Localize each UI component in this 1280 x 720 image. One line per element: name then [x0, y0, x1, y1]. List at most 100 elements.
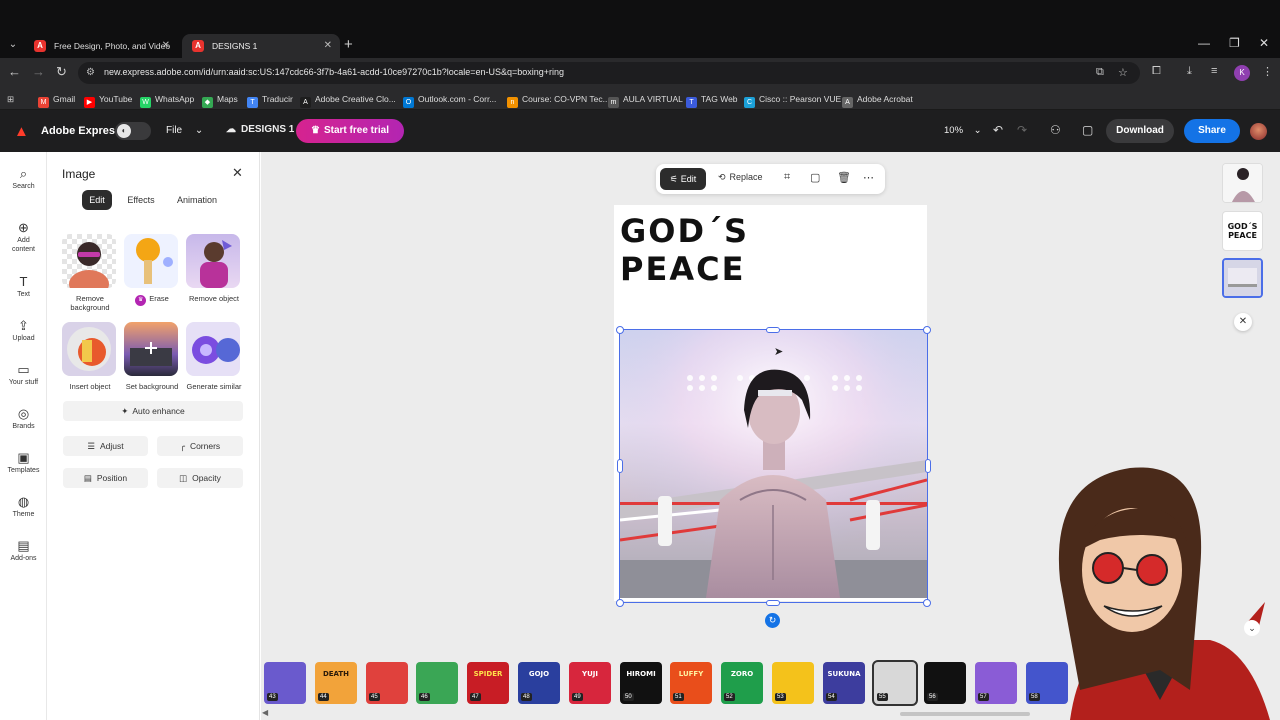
rail-brands[interactable]: ◎ Brands [0, 406, 47, 431]
remove-object-tool[interactable]: Remove object [186, 234, 242, 303]
resize-handle-right[interactable] [925, 459, 931, 473]
resize-handle-bottom-left[interactable] [616, 599, 624, 607]
downloads-icon[interactable]: ⤓ [1187, 65, 1192, 78]
site-info-icon[interactable]: ⚙ [86, 67, 95, 78]
bookmark-traducir[interactable]: T Traducir [247, 92, 293, 108]
comment-icon[interactable]: ▢ [810, 171, 820, 184]
filmstrip-page-49[interactable]: YUJI 49 [569, 662, 611, 704]
comments-icon[interactable]: ▢ [1082, 123, 1093, 137]
back-icon[interactable]: ← [8, 64, 21, 79]
tab-designs[interactable]: A DESIGNS 1 ✕ [182, 34, 340, 58]
install-app-icon[interactable]: ⧉ [1096, 66, 1104, 79]
close-tab-icon[interactable]: ✕ [162, 34, 170, 58]
resize-handle-left[interactable] [617, 459, 623, 473]
new-tab-icon[interactable]: + [344, 36, 353, 53]
filmstrip-page-48[interactable]: GOJO 48 [518, 662, 560, 704]
more-options-icon[interactable]: ⋯ [863, 171, 874, 184]
redo-icon[interactable]: ↷ [1017, 123, 1027, 137]
insert-object-tool[interactable]: Insert object [62, 322, 118, 391]
filmstrip-page-55[interactable]: 55 [872, 660, 918, 706]
resize-handle-top[interactable] [766, 327, 780, 333]
rail-search[interactable]: ⌕ Search [0, 166, 47, 191]
restore-icon[interactable]: ❐ [1229, 36, 1240, 50]
rail-upload[interactable]: ⇪ Upload [0, 318, 47, 343]
context-replace-button[interactable]: ⟲ Replace [718, 172, 763, 183]
minimize-icon[interactable]: — [1198, 36, 1210, 50]
bookmark-star-icon[interactable]: ☆ [1118, 66, 1128, 79]
browser-menu-icon[interactable]: ⋮ [1262, 65, 1273, 78]
remove-background-tool[interactable]: Remove background [62, 234, 118, 312]
resize-handle-top-right[interactable] [923, 326, 931, 334]
bookmark-youtube[interactable]: ▶ YouTube [84, 92, 132, 108]
extensions-icon[interactable]: ⧠ [1152, 65, 1161, 78]
profile-avatar[interactable]: K [1234, 65, 1250, 81]
set-background-tool[interactable]: Set background [124, 322, 180, 391]
resize-handle-bottom[interactable] [766, 600, 780, 606]
share-button[interactable]: Share [1184, 119, 1240, 143]
filmstrip-page-47[interactable]: SPIDER 47 [467, 662, 509, 704]
layer-thumb-text[interactable]: GOD´S PEACE [1222, 211, 1263, 251]
reload-icon[interactable]: ↻ [56, 64, 67, 80]
user-avatar[interactable] [1250, 123, 1267, 140]
tab-search-icon[interactable]: ⌄ [4, 37, 22, 53]
bookmark-cisco[interactable]: C Cisco :: Pearson VUE [744, 92, 841, 108]
bookmark-tag-web[interactable]: T TAG Web [686, 92, 738, 108]
bookmark-course[interactable]: n Course: CO-VPN Tec... [507, 92, 610, 108]
rail-templates[interactable]: ▣ Templates [0, 450, 47, 475]
rail-your-stuff[interactable]: ▭ Your stuff [0, 362, 47, 387]
filmstrip-page-52[interactable]: ZORO 52 [721, 662, 763, 704]
generate-similar-tool[interactable]: Generate similar [186, 322, 242, 391]
resize-handle-bottom-right[interactable] [923, 599, 931, 607]
rotate-handle-icon[interactable]: ↻ [765, 613, 780, 628]
forward-icon[interactable]: → [32, 64, 45, 79]
filmstrip-page-46[interactable]: 46 [416, 662, 458, 704]
bookmark-adobe-cc[interactable]: A Adobe Creative Clo... [300, 92, 396, 108]
tab-effects[interactable]: Effects [122, 190, 160, 210]
filmstrip-page-53[interactable]: 53 [772, 662, 814, 704]
position-button[interactable]: ▤ Position [63, 468, 148, 488]
bookmark-whatsapp[interactable]: W WhatsApp [140, 92, 194, 108]
delete-icon[interactable]: 🗑 [837, 171, 851, 184]
close-tab-icon[interactable]: ✕ [324, 34, 332, 58]
bookmark-outlook[interactable]: O Outlook.com - Corr... [403, 92, 496, 108]
crop-icon[interactable]: ⌗ [784, 171, 790, 184]
download-button[interactable]: Download [1106, 119, 1174, 143]
undo-icon[interactable]: ↶ [993, 123, 1003, 137]
layer-thumb-person[interactable] [1222, 163, 1263, 203]
rail-theme[interactable]: ◍ Theme [0, 494, 47, 519]
file-menu[interactable]: File ⌄ [166, 125, 203, 136]
filmstrip-page-44[interactable]: DEATH 44 [315, 662, 357, 704]
erase-tool[interactable]: ♛ Erase [124, 234, 180, 306]
opacity-button[interactable]: ◫ Opacity [157, 468, 243, 488]
start-trial-button[interactable]: ♛ Start free trial [296, 119, 404, 143]
apps-grid-icon[interactable]: ⊞ [7, 92, 14, 106]
bookmark-gmail[interactable]: M Gmail [38, 92, 75, 108]
design-headline[interactable]: GOD´S PEACE [620, 212, 749, 288]
rail-add-content[interactable]: ⊕ Add content [0, 220, 47, 254]
theme-toggle[interactable]: ◐ [115, 122, 151, 140]
tab-animation[interactable]: Animation [172, 190, 222, 210]
filmstrip-page-51[interactable]: LUFFY 51 [670, 662, 712, 704]
auto-enhance-button[interactable]: ✦ Auto enhance [63, 401, 243, 421]
adjust-button[interactable]: ☰ Adjust [63, 436, 148, 456]
filmstrip-page-43[interactable]: 43 [264, 662, 306, 704]
layer-thumb-image[interactable] [1222, 258, 1263, 298]
close-window-icon[interactable]: ✕ [1259, 36, 1269, 50]
resize-handle-top-left[interactable] [616, 326, 624, 334]
address-bar[interactable]: ⚙ new.express.adobe.com/id/urn:aaid:sc:U… [78, 62, 1140, 84]
filmstrip-page-56[interactable]: 56 [924, 662, 966, 704]
filmstrip-page-50[interactable]: HIROMI 50 [620, 662, 662, 704]
adobe-express-logo-icon[interactable]: ▲ [14, 123, 29, 140]
zoom-level[interactable]: 10% ⌄ [944, 125, 982, 136]
tab-edit[interactable]: Edit [82, 190, 112, 210]
invite-icon[interactable]: ⚇ [1050, 123, 1061, 137]
chevron-down-icon[interactable]: ⌄ [1244, 620, 1260, 636]
filmstrip-page-54[interactable]: SUKUNA 54 [823, 662, 865, 704]
filmstrip-scrollbar[interactable] [900, 712, 1030, 716]
filmstrip-page-45[interactable]: 45 [366, 662, 408, 704]
context-edit-button[interactable]: ⚟ Edit [660, 168, 706, 190]
scroll-left-icon[interactable]: ◀ [262, 708, 268, 717]
bookmark-adobe-acrobat[interactable]: A Adobe Acrobat [842, 92, 913, 108]
close-panel-icon[interactable]: ✕ [232, 165, 243, 181]
bookmark-aula-virtual[interactable]: m AULA VIRTUAL [608, 92, 683, 108]
